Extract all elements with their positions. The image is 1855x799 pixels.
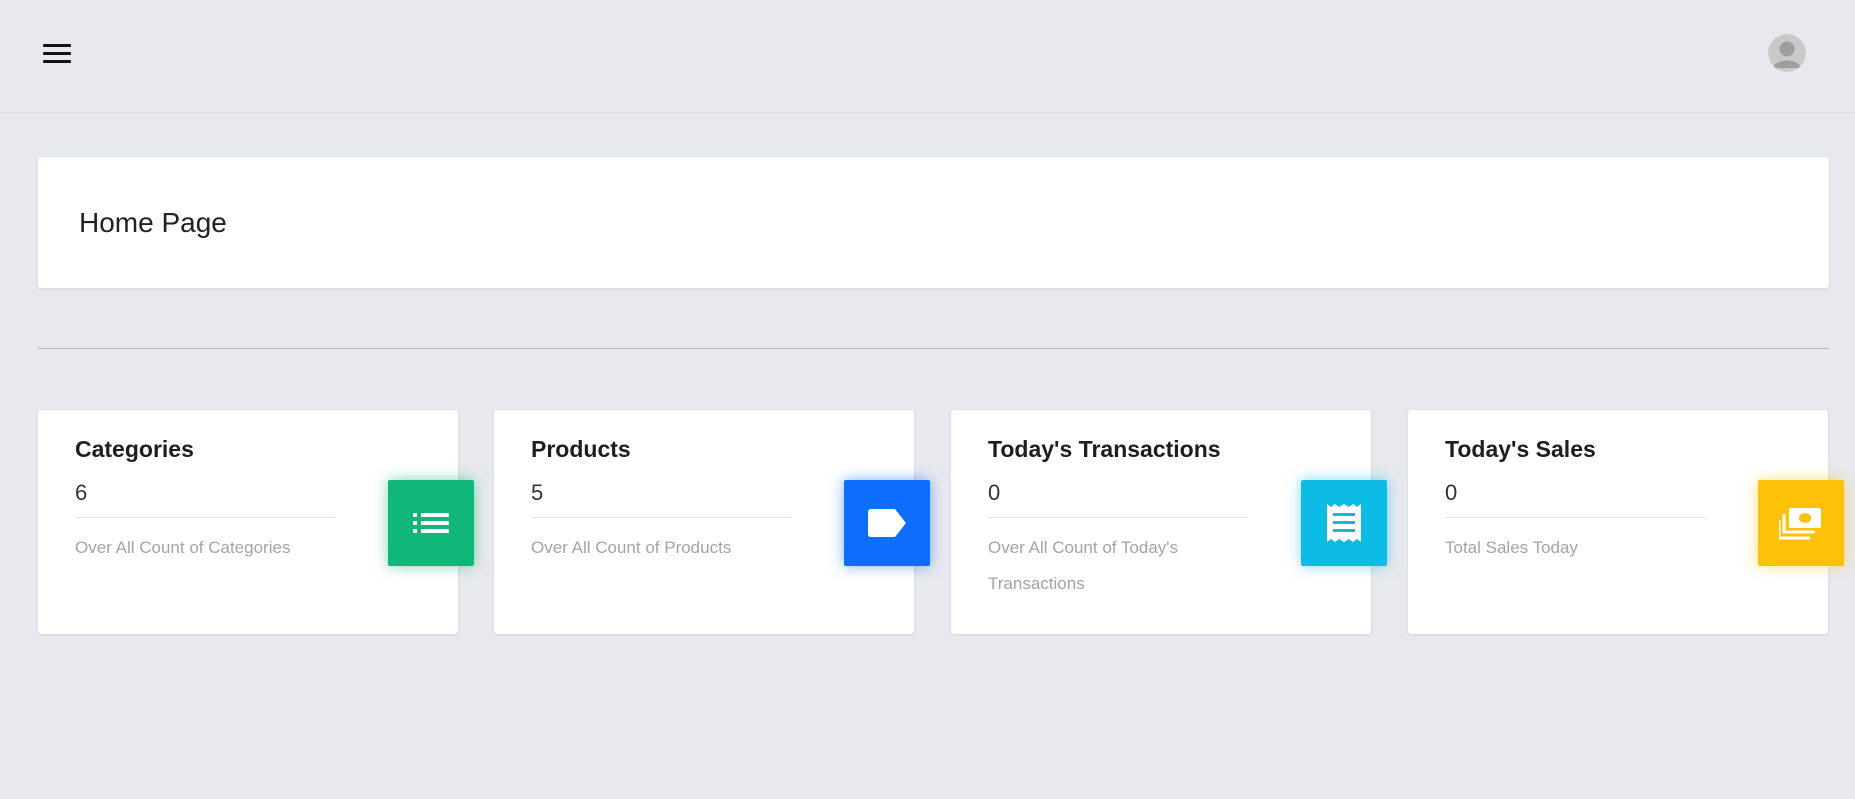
hamburger-menu-icon[interactable] bbox=[43, 44, 71, 66]
page-title: Home Page bbox=[79, 207, 227, 238]
stat-card-products[interactable]: Products 5 Over All Count of Products bbox=[494, 410, 930, 634]
stat-card-value: 6 bbox=[75, 480, 88, 505]
stat-card-title: Categories bbox=[75, 436, 194, 462]
stat-card-categories[interactable]: Categories 6 Over All Count of Categorie… bbox=[38, 410, 474, 634]
stat-card-rule bbox=[988, 517, 1248, 518]
stat-card-transactions[interactable]: Today's Transactions 0 Over All Count of… bbox=[951, 410, 1387, 634]
stat-card-title: Today's Sales bbox=[1445, 436, 1596, 462]
money-bills-icon bbox=[1758, 480, 1844, 566]
stat-card-description: Over All Count of Products bbox=[531, 538, 732, 557]
stat-card-title: Products bbox=[531, 436, 631, 462]
stat-card-rule bbox=[531, 517, 791, 518]
stat-card-value: 0 bbox=[1445, 480, 1458, 505]
stat-card-sales[interactable]: Today's Sales 0 Total Sales Today bbox=[1408, 410, 1844, 634]
section-divider bbox=[38, 348, 1829, 349]
list-icon bbox=[388, 480, 474, 566]
tag-icon bbox=[844, 480, 930, 566]
stat-card-rule bbox=[1445, 517, 1705, 518]
stat-card-rule bbox=[75, 517, 335, 518]
stat-card-description: Total Sales Today bbox=[1445, 538, 1578, 557]
receipt-icon bbox=[1301, 480, 1387, 566]
stat-card-value: 5 bbox=[531, 480, 544, 505]
stat-card-value: 0 bbox=[988, 480, 1001, 505]
page-header-card: Home Page bbox=[38, 157, 1829, 288]
stat-card-description: Over All Count of Today's Transactions bbox=[988, 538, 1179, 593]
stat-card-description: Over All Count of Categories bbox=[75, 538, 291, 557]
stat-card-title: Today's Transactions bbox=[988, 436, 1221, 462]
user-avatar-icon[interactable] bbox=[1768, 34, 1806, 72]
top-navbar bbox=[0, 0, 1855, 113]
